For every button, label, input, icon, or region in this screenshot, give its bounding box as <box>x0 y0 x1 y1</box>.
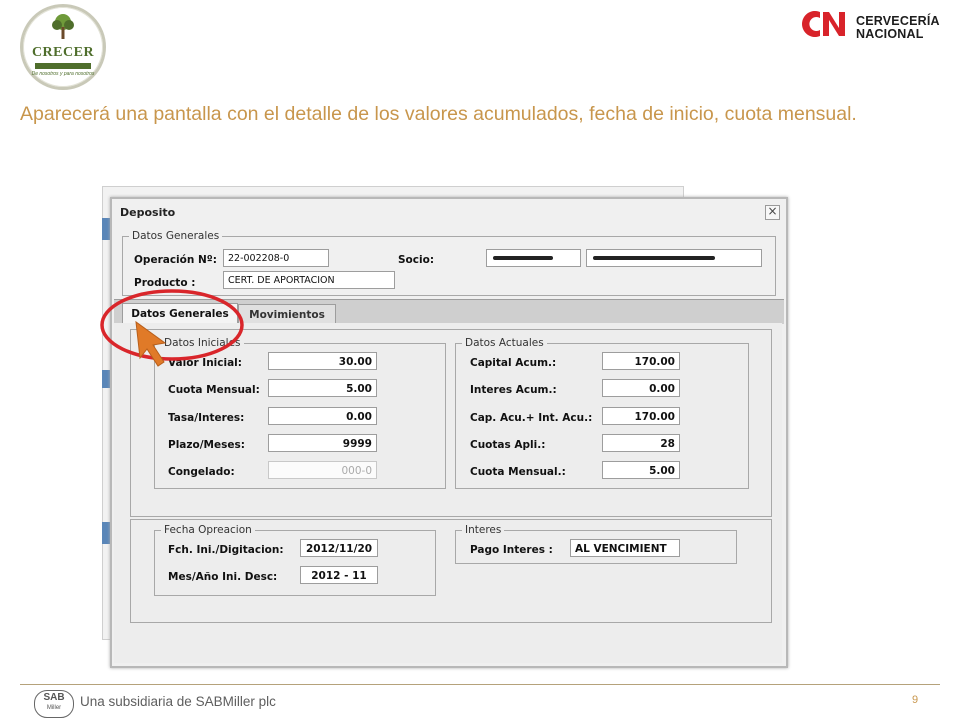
valor-inicial-label: Valor Inicial: <box>168 357 242 369</box>
cuota-mensual-actual-label: Cuota Mensual.: <box>470 466 566 478</box>
socio-label: Socio: <box>398 254 435 266</box>
cuota-mensual-field[interactable]: 5.00 <box>268 379 377 397</box>
cn-mark-icon <box>802 11 845 38</box>
background-app-strip <box>102 522 110 544</box>
congelado-field: 000-0 <box>268 461 377 479</box>
interes-acum-field[interactable]: 0.00 <box>602 379 680 397</box>
redaction-bar <box>593 256 715 260</box>
mes-anio-inicio-label: Mes/Año Ini. Desc: <box>168 571 278 583</box>
pago-interes-field[interactable]: AL VENCIMIENT <box>570 539 680 557</box>
fecha-inicio-field[interactable]: 2012/11/20 <box>300 539 378 557</box>
tab-movimientos[interactable]: Movimientos <box>238 304 336 325</box>
footer-text: Una subsidiaria de SABMiller plc <box>80 694 276 709</box>
crecer-logo-bar <box>35 63 91 69</box>
plazo-meses-label: Plazo/Meses: <box>168 439 245 451</box>
tasa-interes-field[interactable]: 0.00 <box>268 407 377 425</box>
background-app-strip <box>102 218 110 240</box>
group-legend: Datos Generales <box>132 230 220 242</box>
cap-int-acum-field[interactable]: 170.00 <box>602 407 680 425</box>
congelado-label: Congelado: <box>168 466 235 478</box>
background-app-strip <box>102 370 110 388</box>
sabmiller-logo: SAB Miller <box>34 690 74 718</box>
datos-generales-panel: Datos Iniciales Valor Inicial: 30.00 Cuo… <box>114 323 782 663</box>
tab-strip: Datos Generales Movimientos <box>114 299 784 325</box>
mes-anio-inicio-field[interactable]: 2012 - 11 <box>300 566 378 584</box>
cuota-mensual-label: Cuota Mensual: <box>168 384 260 396</box>
fecha-inicio-label: Fch. Ini./Digitacion: <box>168 544 284 556</box>
redaction-bar <box>493 256 553 260</box>
pago-interes-label: Pago Interes : <box>470 544 553 556</box>
close-icon[interactable]: × <box>765 205 780 220</box>
crecer-logo-name: CRECER <box>31 45 95 60</box>
tasa-interes-label: Tasa/Interes: <box>168 412 245 424</box>
footer-divider <box>20 684 940 685</box>
cuotas-apli-field[interactable]: 28 <box>602 434 680 452</box>
group-legend: Datos Iniciales <box>164 337 241 349</box>
deposito-dialog: Deposito × Datos Generales Operación Nº:… <box>110 197 788 668</box>
sabmiller-logo-line1: SAB <box>43 692 65 703</box>
socio-code-field-redacted[interactable] <box>486 249 581 267</box>
cerveceria-nacional-logo: CERVECERÍA NACIONAL <box>800 6 950 46</box>
crecer-logo-tagline: De nosotros y para nosotros <box>31 71 95 77</box>
cap-int-acum-label: Cap. Acu.+ Int. Acu.: <box>470 412 593 424</box>
producto-field[interactable]: CERT. DE APORTACION <box>223 271 395 289</box>
group-legend: Datos Actuales <box>465 337 544 349</box>
sabmiller-logo-line2: Miller <box>46 705 62 711</box>
tree-icon <box>52 14 74 39</box>
tab-datos-generales[interactable]: Datos Generales <box>122 303 238 325</box>
fecha-operacion-group: Fecha Opreacion <box>154 524 436 596</box>
producto-label: Producto : <box>134 277 196 289</box>
page-number: 9 <box>912 694 919 706</box>
socio-name-field-redacted[interactable] <box>586 249 762 267</box>
capital-acum-field[interactable]: 170.00 <box>602 352 680 370</box>
cuotas-apli-label: Cuotas Apli.: <box>470 439 546 451</box>
operacion-field[interactable]: 22-002208-0 <box>223 249 329 267</box>
group-legend: Fecha Opreacion <box>164 524 252 536</box>
interes-acum-label: Interes Acum.: <box>470 384 557 396</box>
cn-logo-line2: NACIONAL <box>856 27 924 41</box>
operacion-label: Operación Nº: <box>134 254 217 266</box>
capital-acum-label: Capital Acum.: <box>470 357 557 369</box>
dialog-title: Deposito <box>120 206 176 219</box>
cn-logo-line1: CERVECERÍA <box>856 14 940 28</box>
plazo-meses-field[interactable]: 9999 <box>268 434 377 452</box>
cuota-mensual-actual-field[interactable]: 5.00 <box>602 461 680 479</box>
group-legend: Interes <box>465 524 502 536</box>
instruction-text: Aparecerá una pantalla con el detalle de… <box>20 103 857 125</box>
valor-inicial-field[interactable]: 30.00 <box>268 352 377 370</box>
crecer-logo: CRECER De nosotros y para nosotros <box>20 4 106 90</box>
